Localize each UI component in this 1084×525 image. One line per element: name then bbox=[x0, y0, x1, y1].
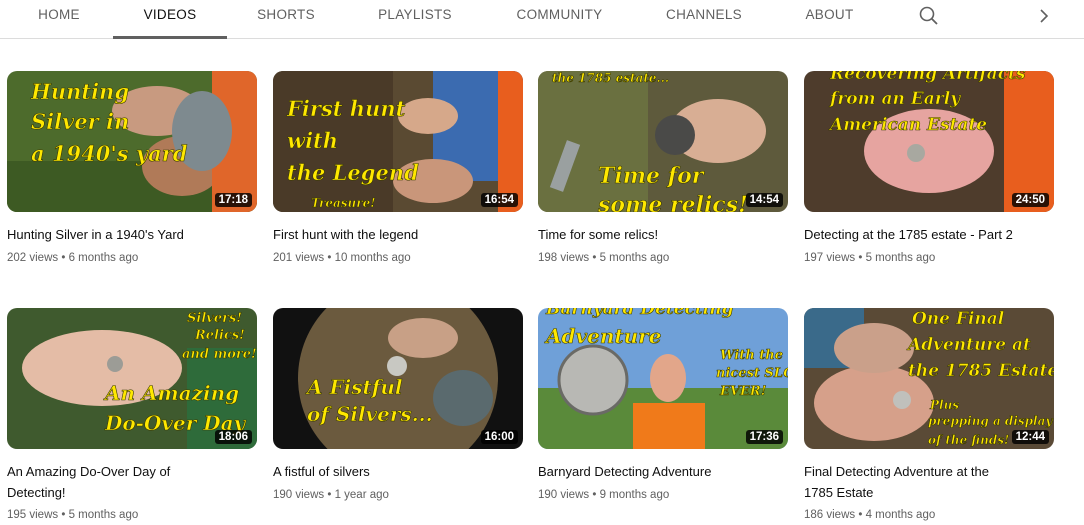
video-card[interactable]: A Fistful of Silvers... 16:00 A fistful … bbox=[273, 308, 523, 508]
duration-badge: 24:50 bbox=[1011, 193, 1049, 207]
tab-videos-label: VIDEOS bbox=[143, 7, 197, 22]
video-title[interactable]: Detecting at the 1785 estate - Part 2 bbox=[804, 224, 1019, 245]
video-card[interactable]: Recovering Artifacts from an Early Ameri… bbox=[804, 71, 1054, 271]
view-count: 201 views bbox=[273, 252, 325, 264]
thumb-text: the 1785 Estate bbox=[908, 361, 1054, 381]
thumb-text: First hunt bbox=[286, 96, 406, 121]
tab-playlists[interactable]: PLAYLISTS bbox=[370, 0, 460, 38]
duration-badge: 12:44 bbox=[1011, 430, 1049, 444]
thumb-text: Adventure at bbox=[906, 335, 1031, 355]
upload-age: 5 months ago bbox=[865, 252, 936, 264]
video-title[interactable]: First hunt with the legend bbox=[273, 224, 488, 245]
video-card[interactable]: One Final Adventure at the 1785 Estate P… bbox=[804, 308, 1054, 525]
thumb-text: Adventure bbox=[544, 324, 661, 348]
search-icon[interactable] bbox=[917, 4, 941, 28]
upload-age: 6 months ago bbox=[68, 252, 139, 264]
thumb-text: Treasure! bbox=[311, 196, 376, 210]
thumb-text: American Estate bbox=[828, 115, 987, 135]
video-meta: 201 views • 10 months ago bbox=[273, 252, 411, 264]
view-count: 190 views bbox=[538, 489, 590, 501]
tab-home[interactable]: HOME bbox=[30, 0, 88, 38]
video-title[interactable]: Hunting Silver in a 1940's Yard bbox=[7, 224, 222, 245]
thumb-text: Silvers! bbox=[187, 311, 242, 326]
tab-shorts[interactable]: SHORTS bbox=[250, 0, 322, 38]
thumb-text: some relics! bbox=[597, 192, 748, 212]
view-count: 186 views bbox=[804, 509, 856, 521]
thumb-text: Recovering Artifacts bbox=[829, 71, 1026, 84]
video-meta: 202 views • 6 months ago bbox=[7, 252, 139, 264]
thumb-text: the 1785 estate... bbox=[552, 71, 669, 85]
thumb-text: One Final bbox=[912, 309, 1005, 329]
thumb-text: Time for bbox=[598, 163, 705, 189]
view-count: 195 views bbox=[7, 509, 59, 521]
video-card[interactable]: the 1785 estate... Time for some relics!… bbox=[538, 71, 788, 271]
thumb-text: from an Early bbox=[829, 89, 961, 109]
video-thumbnail[interactable]: the 1785 estate... Time for some relics!… bbox=[538, 71, 788, 212]
video-meta: 186 views • 4 months ago bbox=[804, 509, 936, 521]
view-count: 198 views bbox=[538, 252, 590, 264]
video-meta: 195 views • 5 months ago bbox=[7, 509, 139, 521]
duration-badge: 17:36 bbox=[745, 430, 783, 444]
video-meta: 198 views • 5 months ago bbox=[538, 252, 670, 264]
tab-about[interactable]: ABOUT bbox=[797, 0, 862, 38]
thumb-text: Barnyard Detecting bbox=[545, 308, 734, 319]
duration-badge: 16:00 bbox=[480, 430, 518, 444]
thumb-text: Silver in bbox=[31, 109, 129, 134]
thumb-text: Relics! bbox=[194, 328, 245, 343]
thumb-text: nicest SLQ bbox=[716, 366, 788, 381]
video-meta: 190 views • 1 year ago bbox=[273, 489, 389, 501]
upload-age: 4 months ago bbox=[865, 509, 936, 521]
tab-videos[interactable]: VIDEOS bbox=[113, 0, 227, 39]
thumb-text: An Amazing bbox=[103, 381, 239, 405]
video-thumbnail[interactable]: One Final Adventure at the 1785 Estate P… bbox=[804, 308, 1054, 449]
video-card[interactable]: First hunt with the Legend Treasure! 16:… bbox=[273, 71, 523, 271]
video-thumbnail[interactable]: Recovering Artifacts from an Early Ameri… bbox=[804, 71, 1054, 212]
thumb-text: prepping a display bbox=[928, 414, 1053, 428]
thumb-text: of Silvers... bbox=[307, 402, 433, 426]
thumb-text: with bbox=[287, 128, 338, 153]
video-card[interactable]: Hunting Silver in a 1940's yard 17:18 Hu… bbox=[7, 71, 257, 271]
video-thumbnail[interactable]: Hunting Silver in a 1940's yard 17:18 bbox=[7, 71, 257, 212]
video-meta: 197 views • 5 months ago bbox=[804, 252, 936, 264]
thumb-text: EVER! bbox=[719, 384, 766, 399]
channel-tab-bar: HOME VIDEOS SHORTS PLAYLISTS COMMUNITY C… bbox=[0, 0, 1084, 39]
tab-community[interactable]: COMMUNITY bbox=[507, 0, 612, 38]
video-title[interactable]: An Amazing Do-Over Day of Detecting! bbox=[7, 461, 222, 503]
thumb-text: and more! bbox=[182, 347, 257, 362]
video-card[interactable]: Barnyard Detecting Adventure With the ni… bbox=[538, 308, 788, 508]
thumb-text: the Legend bbox=[287, 160, 419, 185]
video-title[interactable]: A fistful of silvers bbox=[273, 461, 488, 482]
view-count: 190 views bbox=[273, 489, 325, 501]
tab-channels[interactable]: CHANNELS bbox=[658, 0, 750, 38]
video-thumbnail[interactable]: A Fistful of Silvers... 16:00 bbox=[273, 308, 523, 449]
chevron-right-icon[interactable] bbox=[1032, 4, 1056, 28]
thumb-text: Hunting bbox=[30, 79, 129, 104]
upload-age: 5 months ago bbox=[599, 252, 670, 264]
thumb-text: Plus bbox=[929, 398, 959, 412]
view-count: 197 views bbox=[804, 252, 856, 264]
video-meta: 190 views • 9 months ago bbox=[538, 489, 670, 501]
duration-badge: 17:18 bbox=[214, 193, 252, 207]
duration-badge: 14:54 bbox=[745, 193, 783, 207]
thumb-text: of the finds! bbox=[928, 433, 1009, 447]
thumb-text: With the bbox=[720, 348, 783, 363]
upload-age: 9 months ago bbox=[599, 489, 670, 501]
upload-age: 1 year ago bbox=[334, 489, 389, 501]
thumb-text: A Fistful bbox=[305, 375, 403, 399]
video-title[interactable]: Final Detecting Adventure at the 1785 Es… bbox=[804, 461, 1019, 503]
upload-age: 5 months ago bbox=[68, 509, 139, 521]
view-count: 202 views bbox=[7, 252, 59, 264]
video-thumbnail[interactable]: Silvers! Relics! and more! An Amazing Do… bbox=[7, 308, 257, 449]
video-thumbnail[interactable]: Barnyard Detecting Adventure With the ni… bbox=[538, 308, 788, 449]
video-thumbnail[interactable]: First hunt with the Legend Treasure! 16:… bbox=[273, 71, 523, 212]
duration-badge: 18:06 bbox=[214, 430, 252, 444]
video-title[interactable]: Barnyard Detecting Adventure bbox=[538, 461, 753, 482]
active-tab-indicator bbox=[113, 36, 227, 39]
video-title[interactable]: Time for some relics! bbox=[538, 224, 753, 245]
upload-age: 10 months ago bbox=[334, 252, 411, 264]
duration-badge: 16:54 bbox=[480, 193, 518, 207]
video-card[interactable]: Silvers! Relics! and more! An Amazing Do… bbox=[7, 308, 257, 525]
thumb-text: a 1940's yard bbox=[31, 141, 188, 166]
